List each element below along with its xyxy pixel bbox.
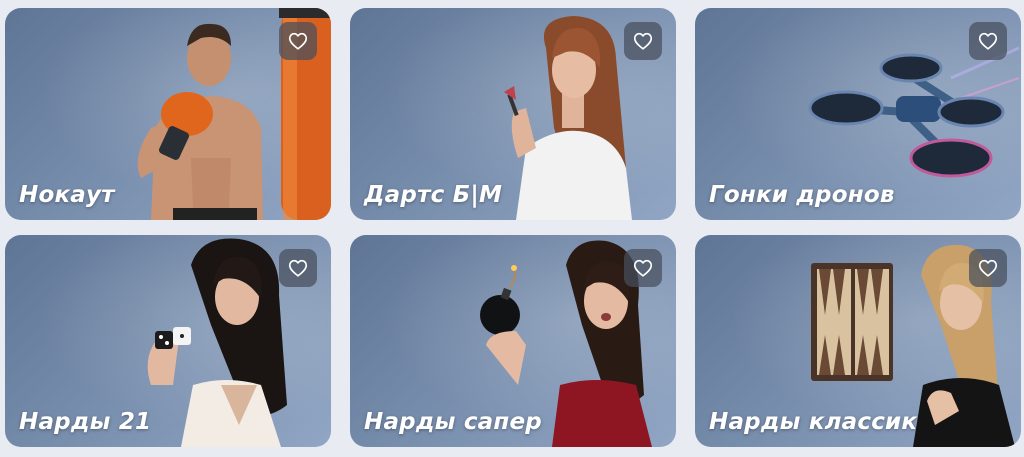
game-title: Нарды классик	[709, 409, 918, 435]
game-card-drone-racing[interactable]: Гонки дронов	[695, 8, 1021, 220]
favorite-button[interactable]	[969, 249, 1007, 287]
heart-icon	[978, 259, 998, 277]
game-title: Нарды 21	[19, 409, 152, 435]
heart-icon	[978, 32, 998, 50]
game-title: Дартс Б|М	[364, 182, 503, 208]
favorite-button[interactable]	[624, 22, 662, 60]
game-title: Гонки дронов	[709, 182, 895, 208]
favorite-button[interactable]	[624, 249, 662, 287]
heart-icon	[633, 259, 653, 277]
game-card-backgammon-minesweeper[interactable]: Нарды сапер	[350, 235, 676, 447]
game-title: Нарды сапер	[364, 409, 542, 435]
favorite-button[interactable]	[279, 249, 317, 287]
game-card-backgammon-classic[interactable]: Нарды классик	[695, 235, 1021, 447]
heart-icon	[288, 259, 308, 277]
favorite-button[interactable]	[279, 22, 317, 60]
game-card-backgammon-21[interactable]: Нарды 21	[5, 235, 331, 447]
heart-icon	[633, 32, 653, 50]
game-card-darts[interactable]: Дартс Б|М	[350, 8, 676, 220]
game-title: Нокаут	[19, 182, 115, 208]
games-grid: Нокаут Дартс Б|М Гонки дронов Нарды 21 Н…	[0, 0, 1024, 457]
game-card-knockout[interactable]: Нокаут	[5, 8, 331, 220]
favorite-button[interactable]	[969, 22, 1007, 60]
heart-icon	[288, 32, 308, 50]
